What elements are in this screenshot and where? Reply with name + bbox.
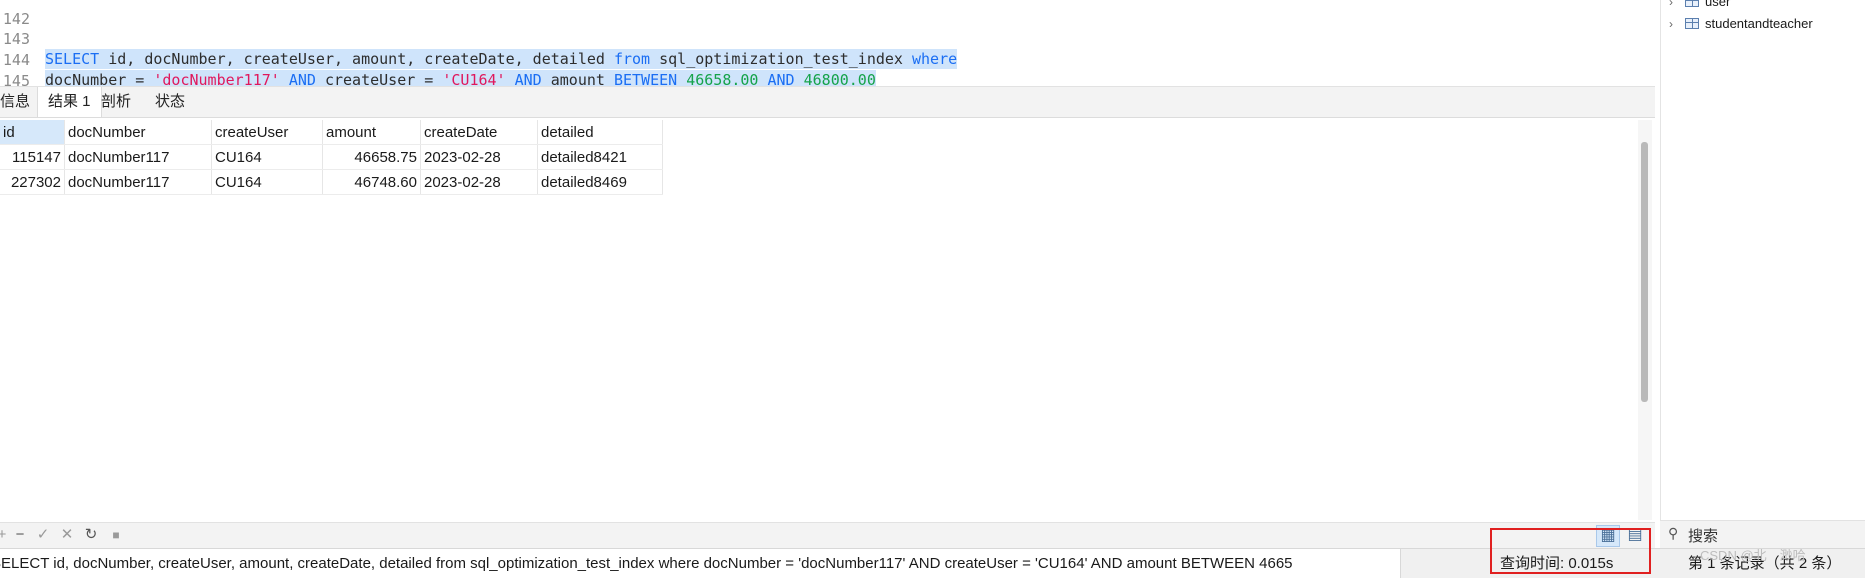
chevron-right-icon[interactable]: › — [1669, 14, 1681, 34]
cell-createdate[interactable]: 2023-02-28 — [420, 169, 538, 195]
sql-token: SELECT — [45, 50, 100, 68]
code-line-143[interactable]: SELECT id, docNumber, createUser, amount… — [45, 49, 958, 69]
cell-id[interactable]: 227302 — [0, 169, 65, 195]
tab-status[interactable]: 状态 — [145, 87, 195, 117]
column-header-createuser[interactable]: createUser — [211, 120, 323, 145]
cell-createuser[interactable]: CU164 — [211, 169, 323, 195]
sql-token: AND — [767, 71, 795, 86]
sql-token: AND — [514, 71, 542, 86]
delete-row-button[interactable]: − — [10, 525, 30, 545]
tree-item-label: studentandteacher — [1705, 16, 1813, 31]
query-time-highlight-box — [1490, 528, 1651, 574]
tab-info[interactable]: 信息 — [0, 87, 40, 117]
sql-token: 46800.00 — [803, 71, 876, 86]
editor-line: 142 — [0, 0, 36, 28]
sql-token: BETWEEN — [613, 71, 678, 86]
apply-button[interactable]: ✓ — [33, 525, 53, 545]
watermark: CSDN @北 渺哈 — [1700, 548, 1806, 563]
cell-createuser[interactable]: CU164 — [211, 144, 323, 170]
object-tree-panel: › user › studentandteacher — [1660, 0, 1865, 548]
stop-button[interactable]: ■ — [106, 525, 126, 545]
sql-token: docNumber = — [45, 71, 154, 86]
sql-token: sql_optimization_test_index — [650, 50, 912, 68]
cell-amount[interactable]: 46748.60 — [322, 169, 421, 195]
status-sql-text: SELECT id, docNumber, createUser, amount… — [0, 549, 1401, 578]
cell-docnumber[interactable]: docNumber117 — [64, 169, 212, 195]
column-header-createdate[interactable]: createDate — [420, 120, 538, 145]
column-header-docnumber[interactable]: docNumber — [64, 120, 212, 145]
editor-line: 146 — [0, 73, 36, 86]
column-header-id[interactable]: id — [0, 120, 65, 145]
table-icon — [1685, 0, 1699, 7]
sql-editor[interactable]: 142 143 SELECT id, docNumber, createUser… — [0, 0, 1630, 86]
table-row[interactable]: 227302 docNumber117 CU164 46748.60 2023-… — [0, 169, 663, 195]
column-header-amount[interactable]: amount — [322, 120, 421, 145]
code-line-144[interactable]: docNumber = 'docNumber117' AND createUse… — [45, 70, 876, 86]
sql-token: amount — [541, 71, 614, 86]
column-header-detailed[interactable]: detailed — [537, 120, 663, 145]
refresh-button[interactable]: ↻ — [81, 525, 101, 545]
sql-token: AND — [288, 71, 316, 86]
tab-profile[interactable]: 剖析 — [91, 87, 141, 117]
results-scrollbar-thumb[interactable] — [1641, 142, 1648, 402]
chevron-right-icon[interactable]: › — [1669, 0, 1681, 12]
table-icon — [1685, 18, 1699, 29]
cell-amount[interactable]: 46658.75 — [322, 144, 421, 170]
sql-token: 'CU164' — [442, 71, 506, 86]
cell-id[interactable]: 115147 — [0, 144, 65, 170]
editor-line: 143 SELECT id, docNumber, createUser, am… — [0, 9, 958, 69]
cell-createdate[interactable]: 2023-02-28 — [420, 144, 538, 170]
sql-token: from — [613, 50, 651, 68]
header-row: id docNumber createUser amount createDat… — [0, 120, 663, 145]
search-icon: ⚲ — [1668, 525, 1679, 541]
table-row[interactable]: 115147 docNumber117 CU164 46658.75 2023-… — [0, 144, 663, 170]
sql-token: id, docNumber, createUser, amount, creat… — [99, 50, 614, 68]
cell-detailed[interactable]: detailed8421 — [537, 144, 663, 170]
tree-item-label: user — [1705, 0, 1731, 9]
sql-token: 'docNumber117' — [153, 71, 280, 86]
editor-line: 144 docNumber = 'docNumber117' AND creat… — [0, 30, 876, 86]
cell-docnumber[interactable]: docNumber117 — [64, 144, 212, 170]
grid-toolbar: + − ✓ ✕ ↻ ■ ▦ ▤ — [0, 522, 1655, 549]
sql-token: 46658.00 — [686, 71, 759, 86]
status-sql-content: SELECT id, docNumber, createUser, amount… — [0, 555, 1293, 572]
results-grid[interactable]: id docNumber createUser amount createDat… — [0, 120, 663, 195]
editor-line: 145 — [0, 51, 36, 86]
result-tabs: 信息 结果 1 剖析 状态 — [0, 86, 1655, 118]
cell-detailed[interactable]: detailed8469 — [537, 169, 663, 195]
sql-token: createUser = — [315, 71, 443, 86]
sql-token: where — [911, 50, 958, 68]
results-scrollbar[interactable] — [1638, 120, 1652, 520]
discard-button[interactable]: ✕ — [57, 525, 77, 545]
